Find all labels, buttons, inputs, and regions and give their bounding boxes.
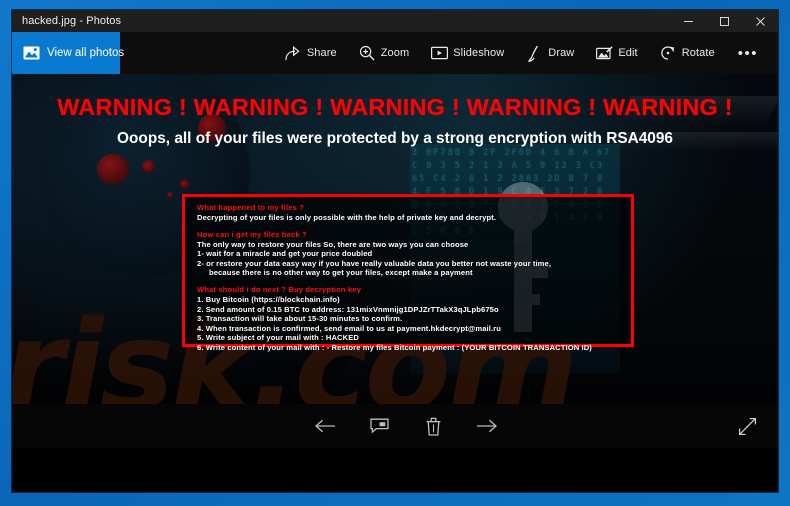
viewer-bottom-bar [12, 404, 778, 448]
next-image-button[interactable] [470, 411, 504, 441]
red-blob [167, 192, 173, 198]
maximize-button[interactable] [706, 10, 742, 32]
slideshow-label: Slideshow [453, 47, 505, 59]
draw-label: Draw [548, 47, 575, 59]
red-blob [180, 180, 189, 189]
view-all-photos-label: View all photos [47, 47, 125, 59]
photo-viewer-canvas[interactable]: 3 0F780 8 2F 2F6D 4 6 B A 67 C 0 3 5 2 1… [12, 74, 778, 448]
note-answer-line: 1. Buy Bitcoin (https://blockchain.info) [197, 294, 340, 304]
red-blob [97, 154, 129, 184]
note-answer-line: 4. When transaction is confirmed, send e… [197, 323, 501, 333]
note-question: What happened to my files ? [197, 203, 304, 212]
ransom-note-image: 3 0F780 8 2F 2F6D 4 6 B A 67 C 0 3 5 2 1… [12, 74, 778, 448]
close-button[interactable] [742, 10, 778, 32]
rotate-icon [660, 45, 677, 62]
note-answer-line: 2- or restore your data easy way if you … [197, 258, 552, 268]
more-options-icon[interactable]: ••• [726, 32, 770, 74]
photos-app-window: hacked.jpg - Photos View all photos Shar… [12, 10, 778, 492]
warning-banner-text: WARNING ! WARNING ! WARNING ! WARNING ! … [57, 94, 733, 120]
edit-image-icon [596, 45, 613, 62]
note-answer-line: 5. Write subject of your mail with : HAC… [197, 333, 359, 343]
note-question: How can i get my files back ? [197, 229, 307, 239]
fullscreen-button[interactable] [730, 411, 764, 441]
note-answer-line: 1- wait for a miracle and get your price… [197, 249, 373, 259]
note-answer-line: because there is no other way to get you… [209, 268, 473, 278]
rotate-label: Rotate [681, 47, 715, 59]
comment-button[interactable] [362, 411, 396, 441]
ransom-headline: WARNING ! WARNING ! WARNING ! WARNING ! … [12, 94, 778, 148]
note-section: How can i get my files back ? The only w… [197, 230, 621, 278]
magnifier-plus-icon [359, 45, 376, 62]
window-title-bar[interactable]: hacked.jpg - Photos [12, 10, 778, 32]
zoom-button[interactable]: Zoom [348, 32, 421, 74]
viewer-navigation [286, 411, 504, 441]
draw-button[interactable]: Draw [515, 32, 585, 74]
share-label: Share [306, 47, 337, 59]
minimize-button[interactable] [670, 10, 706, 32]
previous-image-button[interactable] [308, 411, 342, 441]
note-answer-line: Decrypting of your files is only possibl… [197, 213, 497, 222]
photos-library-icon [22, 45, 40, 61]
command-bar: View all photos Share Zoom Slideshow Dra… [12, 32, 778, 74]
note-answer-line: The only way to restore your files So, t… [197, 239, 469, 249]
edit-label: Edit [618, 47, 638, 59]
toolbar-actions: Share Zoom Slideshow Draw Edit Rotate ••… [274, 32, 778, 74]
note-question: What should i do next ? Buy decryption k… [197, 284, 362, 294]
window-title: hacked.jpg - Photos [22, 15, 122, 27]
ransom-note-box: What happened to my files ? Decrypting o… [182, 194, 634, 352]
note-section: What should i do next ? Buy decryption k… [197, 285, 621, 353]
note-answer-line: 3. Transaction will take about 15-30 min… [197, 314, 403, 324]
red-blob [142, 160, 155, 173]
window-controls [670, 10, 778, 32]
slideshow-button[interactable]: Slideshow [420, 32, 515, 74]
share-button[interactable]: Share [274, 32, 348, 74]
note-answer-line: 2. Send amount of 0.15 BTC to address: 1… [197, 304, 499, 314]
viewer-bottom-right [730, 411, 764, 441]
edit-button[interactable]: Edit [585, 32, 648, 74]
pen-icon [526, 45, 543, 62]
zoom-label: Zoom [380, 47, 410, 59]
desktop-background: hacked.jpg - Photos View all photos Shar… [0, 0, 790, 506]
slideshow-icon [431, 45, 449, 62]
note-answer-line: 6. Write content of your mail with : - R… [197, 342, 592, 352]
share-icon [285, 45, 302, 62]
rotate-button[interactable]: Rotate [649, 32, 726, 74]
note-section: What happened to my files ? Decrypting o… [197, 203, 621, 223]
encryption-notice-text: Ooops, all of your files were protected … [117, 130, 673, 147]
delete-button[interactable] [416, 411, 450, 441]
view-all-photos-button[interactable]: View all photos [12, 32, 124, 74]
